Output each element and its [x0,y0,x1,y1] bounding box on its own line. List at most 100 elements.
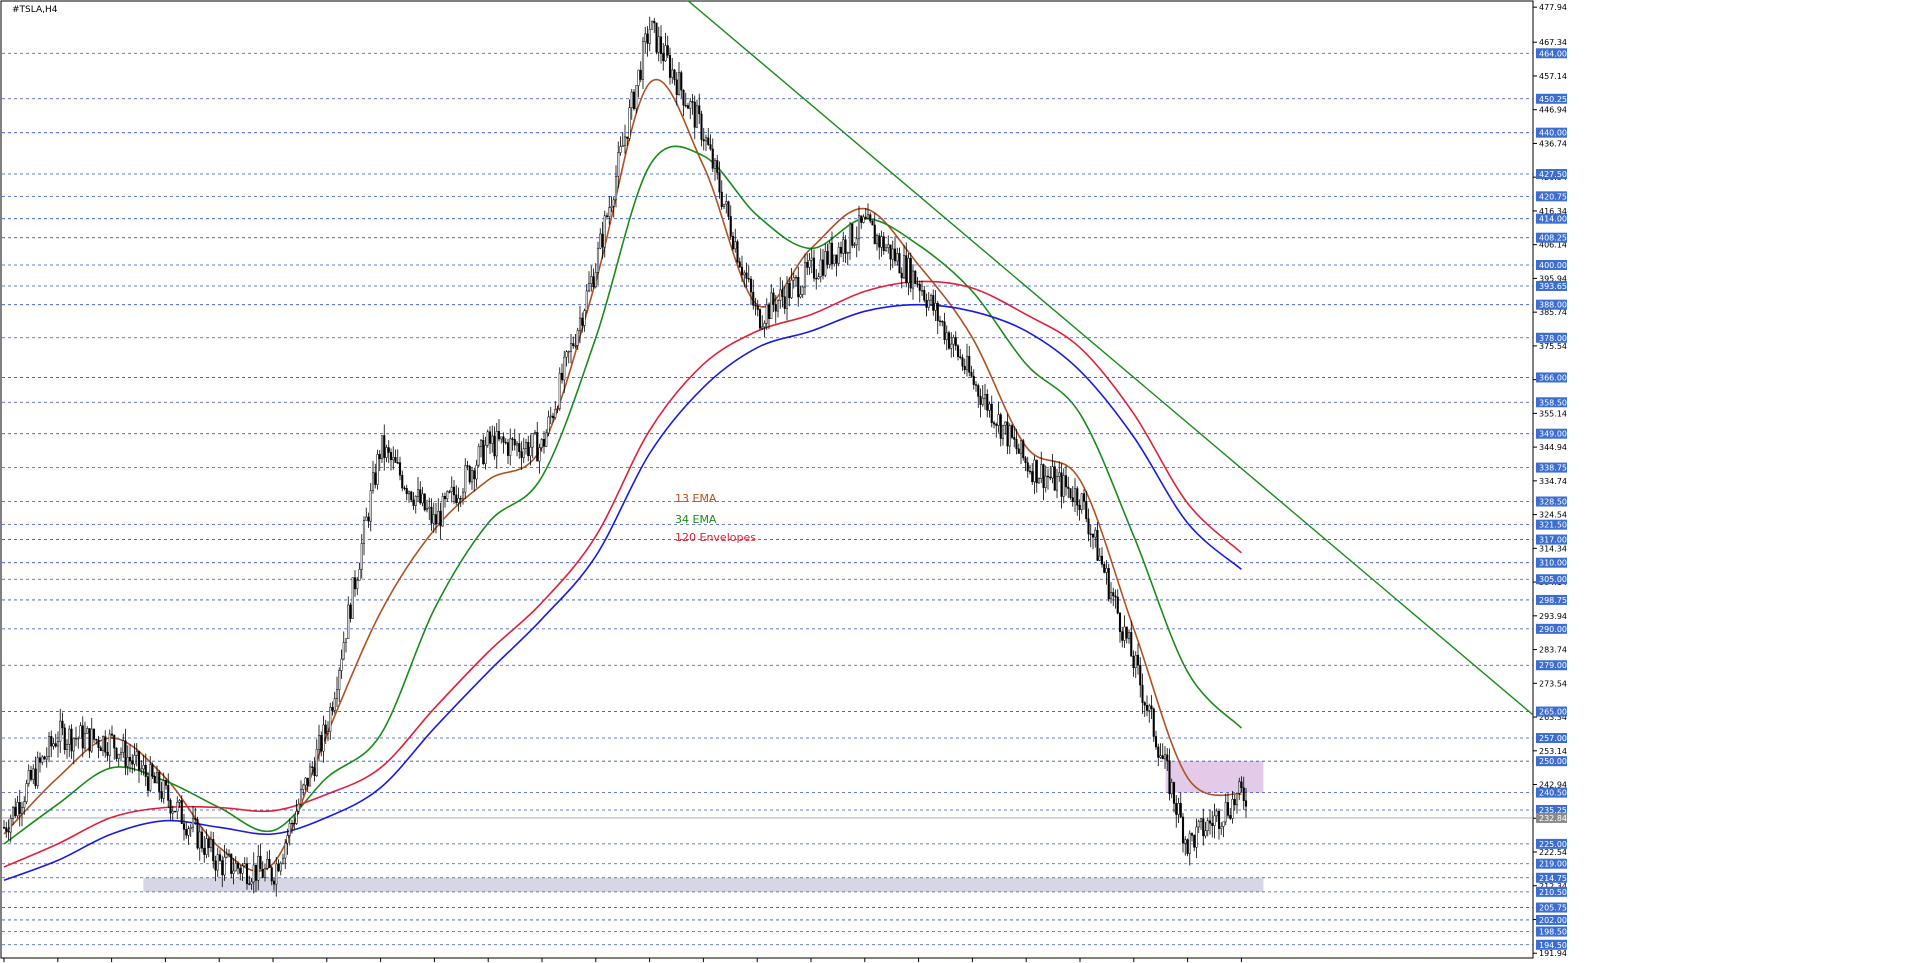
candle-body [1136,654,1140,666]
candle-body [43,756,46,760]
candle-body [1017,448,1020,454]
candle-body [1015,439,1018,450]
candle-body [212,839,215,862]
candle-body [531,433,534,448]
candle-body [83,733,87,749]
candle-body [1080,493,1083,510]
candle-body [365,516,368,521]
candle-body [790,279,793,299]
candle-body [997,414,1000,426]
candle-body [833,254,836,265]
level-tag-label: 219.00 [1539,860,1567,869]
candle-body [767,304,771,319]
candle-body [414,496,417,506]
candle-body [218,854,222,861]
candle-body [311,766,314,768]
candle-body [466,465,469,467]
candle-body [205,838,208,855]
candle-body [47,736,51,757]
candle-body [151,764,154,777]
level-tag-label: 279.00 [1539,661,1567,670]
level-tag-label: 378.00 [1539,334,1567,343]
candle-body [846,252,849,254]
candle-body [25,783,28,802]
candle-body [925,299,928,308]
candle-body [542,439,546,447]
candle-body [743,272,746,276]
current-price-tag: 232.84 [1536,812,1567,823]
candle-body [808,259,811,268]
candle-body [716,160,719,173]
candle-body [380,435,384,460]
candle-body [659,36,663,54]
candle-body [909,257,912,289]
candle-body [403,487,406,490]
candle-body [704,137,708,142]
candle-body [1006,421,1009,447]
candle-body [610,205,613,208]
candle-body [614,175,618,201]
candle-body [938,320,942,322]
candle-body [1220,826,1223,829]
candle-body [113,735,116,749]
candle-body [104,736,107,753]
candle-body [1107,568,1110,600]
candle-body [650,20,654,30]
candle-body [1172,782,1176,804]
candle-body [509,438,512,456]
candle-body [1008,425,1011,447]
candle-body [1242,787,1245,801]
level-tag-label: 366.00 [1539,373,1567,382]
candle-body [16,802,19,817]
candle-body [599,233,602,249]
candle-body [1244,800,1248,807]
candle-body [196,819,199,849]
level-tag-label: 400.00 [1539,261,1567,270]
candle-body [988,403,991,411]
candle-body [1037,478,1041,484]
candle-body [513,439,516,446]
candle-body [65,744,69,750]
level-tag-label: 250.00 [1539,757,1567,766]
candle-body [1118,612,1122,632]
candle-body [617,152,620,177]
candle-body [475,464,478,480]
candle-body [486,431,489,446]
candle-body [266,858,269,869]
level-tag: 366.00 [1536,372,1567,383]
candle-body [1046,475,1050,478]
candle-body [191,818,195,828]
candle-body [261,869,264,878]
level-tag-label: 305.00 [1539,575,1567,584]
zone-support [143,877,1264,892]
candle-body [585,290,588,311]
candle-body [601,233,604,248]
candle-body [293,823,296,825]
candle-body [527,442,530,457]
candle-body [340,658,343,671]
candle-body [632,91,636,109]
candle-body [533,432,537,434]
candle-body [1170,782,1173,795]
candle-body [351,577,354,619]
candle-body [902,255,906,279]
candle-body [567,351,570,353]
candle-body [799,294,802,298]
candle-body [385,447,388,458]
current-price-tag-label: 232.84 [1539,814,1567,823]
candle-body [1123,626,1126,641]
candle-body [1121,631,1124,641]
candle-body [691,101,694,103]
candle-body [1166,754,1169,761]
candle-body [495,431,498,457]
candle-body [722,203,726,208]
price-chart[interactable]: 477.94467.34457.14446.94436.74426.54416.… [0,0,1916,963]
candle-body [320,735,323,752]
level-tag-label: 310.00 [1539,559,1567,568]
candle-body [999,414,1002,439]
candle-body [468,466,471,483]
level-tag-label: 194.50 [1539,941,1567,950]
candle-body [459,498,462,500]
candle-body [1154,736,1158,748]
candle-body [110,733,114,736]
